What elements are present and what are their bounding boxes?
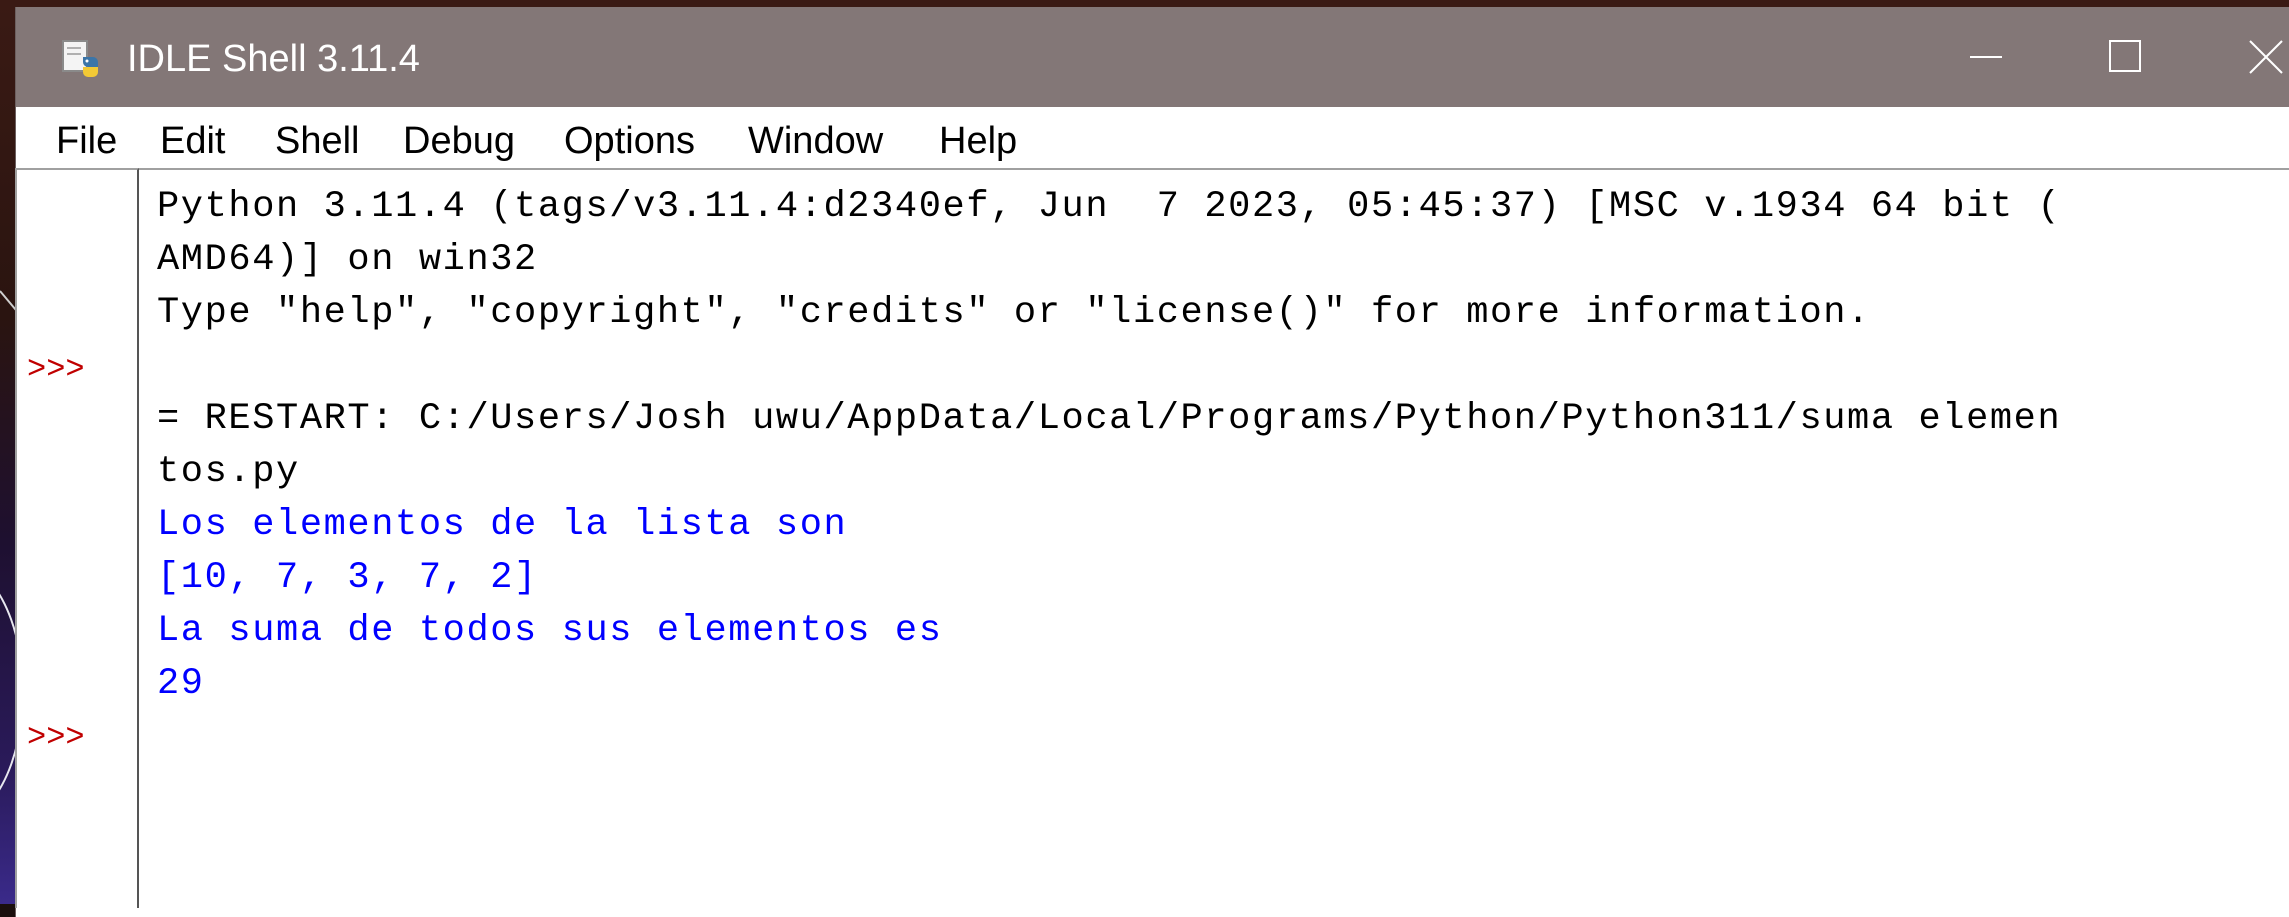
stdout-line: [10, 7, 3, 7, 2] bbox=[157, 557, 538, 599]
python-idle-icon bbox=[62, 40, 98, 77]
prompt-gutter: >>> >>> bbox=[15, 168, 139, 908]
banner-line: Type "help", "copyright", "credits" or "… bbox=[157, 292, 1871, 334]
menu-options[interactable]: Options bbox=[564, 107, 695, 175]
banner-line: AMD64)] on win32 bbox=[157, 239, 538, 281]
menu-help[interactable]: Help bbox=[939, 107, 1017, 175]
shell-area: >>> >>> Python 3.11.4 (tags/v3.11.4:d234… bbox=[15, 168, 2289, 908]
restart-line: = RESTART: C:/Users/Josh uwu/AppData/Loc… bbox=[157, 398, 2062, 440]
restart-line: tos.py bbox=[157, 451, 300, 493]
minimize-button[interactable] bbox=[1916, 7, 2056, 107]
menu-bar: File Edit Shell Debug Options Window Hel… bbox=[16, 107, 2289, 175]
title-bar[interactable]: IDLE Shell 3.11.4 bbox=[16, 7, 2289, 107]
menu-edit[interactable]: Edit bbox=[160, 107, 225, 175]
maximize-button[interactable] bbox=[2056, 7, 2196, 107]
stdout-line: 29 bbox=[157, 663, 205, 705]
menu-debug[interactable]: Debug bbox=[403, 107, 515, 175]
window-title: IDLE Shell 3.11.4 bbox=[127, 38, 420, 80]
banner-line: Python 3.11.4 (tags/v3.11.4:d2340ef, Jun… bbox=[157, 186, 2062, 228]
shell-prompt: >>> bbox=[27, 351, 85, 388]
shell-prompt: >>> bbox=[27, 719, 85, 756]
minimize-icon bbox=[1970, 56, 2002, 58]
menu-window[interactable]: Window bbox=[748, 107, 883, 175]
stdout-line: La suma de todos sus elementos es bbox=[157, 610, 943, 652]
close-icon bbox=[2249, 40, 2283, 74]
menu-shell[interactable]: Shell bbox=[275, 107, 360, 175]
menu-file[interactable]: File bbox=[56, 107, 117, 175]
close-button[interactable] bbox=[2196, 7, 2289, 107]
shell-text-area[interactable]: Python 3.11.4 (tags/v3.11.4:d2340ef, Jun… bbox=[139, 168, 2289, 908]
maximize-icon bbox=[2109, 40, 2141, 72]
stdout-line: Los elementos de la lista son bbox=[157, 504, 848, 546]
